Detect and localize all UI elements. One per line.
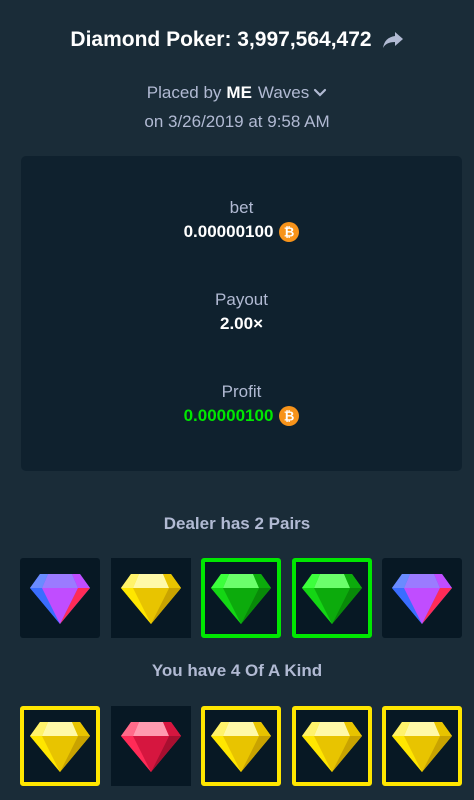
- payout-value: 2.00×: [219, 314, 263, 333]
- dealer-gem-tile: [110, 558, 191, 638]
- bitcoin-icon: ₿: [279, 406, 300, 426]
- player-result: You have 4 Of A Kind: [151, 661, 323, 680]
- page-title: Diamond Poker: 3,997,564,472: [70, 28, 372, 51]
- svg-text:₿: ₿: [284, 226, 295, 241]
- profit-value: 0.00000100: [183, 406, 274, 425]
- dealer-gem-tile: [291, 558, 372, 638]
- bet-title: Diamond Poker: 3,997,564,472: [0, 28, 474, 52]
- yellow-gem-icon: [206, 711, 276, 781]
- user-tag: ME: [226, 83, 252, 102]
- dealer-gem-tile: [201, 558, 281, 638]
- green-gem-icon: [296, 563, 367, 633]
- bet-value: 0.00000100: [183, 222, 274, 241]
- dealer-hand: [20, 558, 462, 640]
- bet-details-card: bet 0.00000100 ₿ Payout 2.00× Profit 0.0…: [21, 156, 462, 471]
- player-gem-tile: [201, 706, 281, 786]
- chevron-down-icon[interactable]: [313, 88, 327, 98]
- player-gem-tile: [291, 706, 372, 786]
- player-gem-tile: [20, 706, 100, 786]
- user-name-link[interactable]: Waves: [258, 83, 309, 103]
- profit-amount: 0.00000100 ₿: [21, 406, 462, 426]
- multicolor-gem-icon: [387, 563, 457, 633]
- profit-label: Profit: [221, 382, 262, 401]
- player-hand: [20, 706, 462, 788]
- placed-by-line: Placed by ME Waves: [0, 83, 474, 103]
- share-arrow-icon[interactable]: [382, 31, 404, 49]
- dealer-result: Dealer has 2 Pairs: [163, 514, 311, 533]
- player-gem-tile: [110, 706, 191, 786]
- red-gem-icon: [110, 706, 191, 786]
- bet-amount: 0.00000100 ₿: [21, 222, 462, 242]
- bet-stat: bet 0.00000100 ₿: [21, 198, 462, 242]
- bet-label: bet: [229, 198, 254, 217]
- dealer-gem-tile: [382, 558, 462, 638]
- yellow-gem-icon: [25, 711, 95, 781]
- yellow-gem-icon: [387, 711, 457, 781]
- profit-stat: Profit 0.00000100 ₿: [21, 382, 462, 426]
- svg-text:₿: ₿: [284, 410, 295, 425]
- yellow-gem-icon: [110, 558, 191, 638]
- placed-by-label: Placed by: [146, 83, 222, 102]
- yellow-gem-icon: [296, 711, 367, 781]
- player-gem-tile: [382, 706, 462, 786]
- dealer-gem-tile: [20, 558, 100, 638]
- green-gem-icon: [206, 563, 276, 633]
- payout-label: Payout: [215, 290, 268, 309]
- payout-stat: Payout 2.00×: [21, 290, 462, 334]
- bitcoin-icon: ₿: [279, 222, 300, 242]
- bet-date: on 3/26/2019 at 9:58 AM: [144, 112, 330, 131]
- multicolor-gem-icon: [25, 563, 95, 633]
